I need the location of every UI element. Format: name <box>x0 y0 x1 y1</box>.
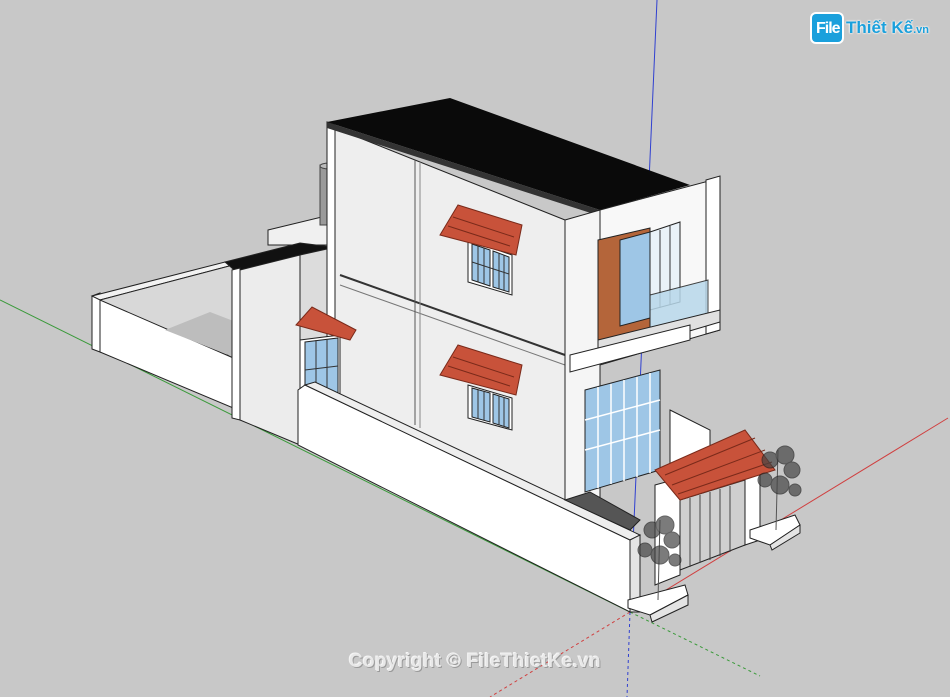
logo-badge-icon: File <box>812 14 842 42</box>
logo-name: Thiết Kế <box>846 18 914 37</box>
site-logo: File Thiết Kế.vn <box>812 12 932 46</box>
logo-tld: .vn <box>913 24 929 36</box>
logo-file-text: File <box>816 20 841 37</box>
upper-window-glass <box>619 231 651 327</box>
sketchup-viewport[interactable]: File Thiết Kế.vn Copyright © FileThietKe… <box>0 0 950 697</box>
logo-text: Thiết Kế.vn <box>846 18 929 38</box>
left-fence-wall <box>90 261 239 411</box>
house-3d-model <box>0 0 949 697</box>
ground-floor-glass-doors <box>584 369 661 493</box>
copyright-watermark: Copyright © FileThietKe.vn <box>349 651 601 672</box>
